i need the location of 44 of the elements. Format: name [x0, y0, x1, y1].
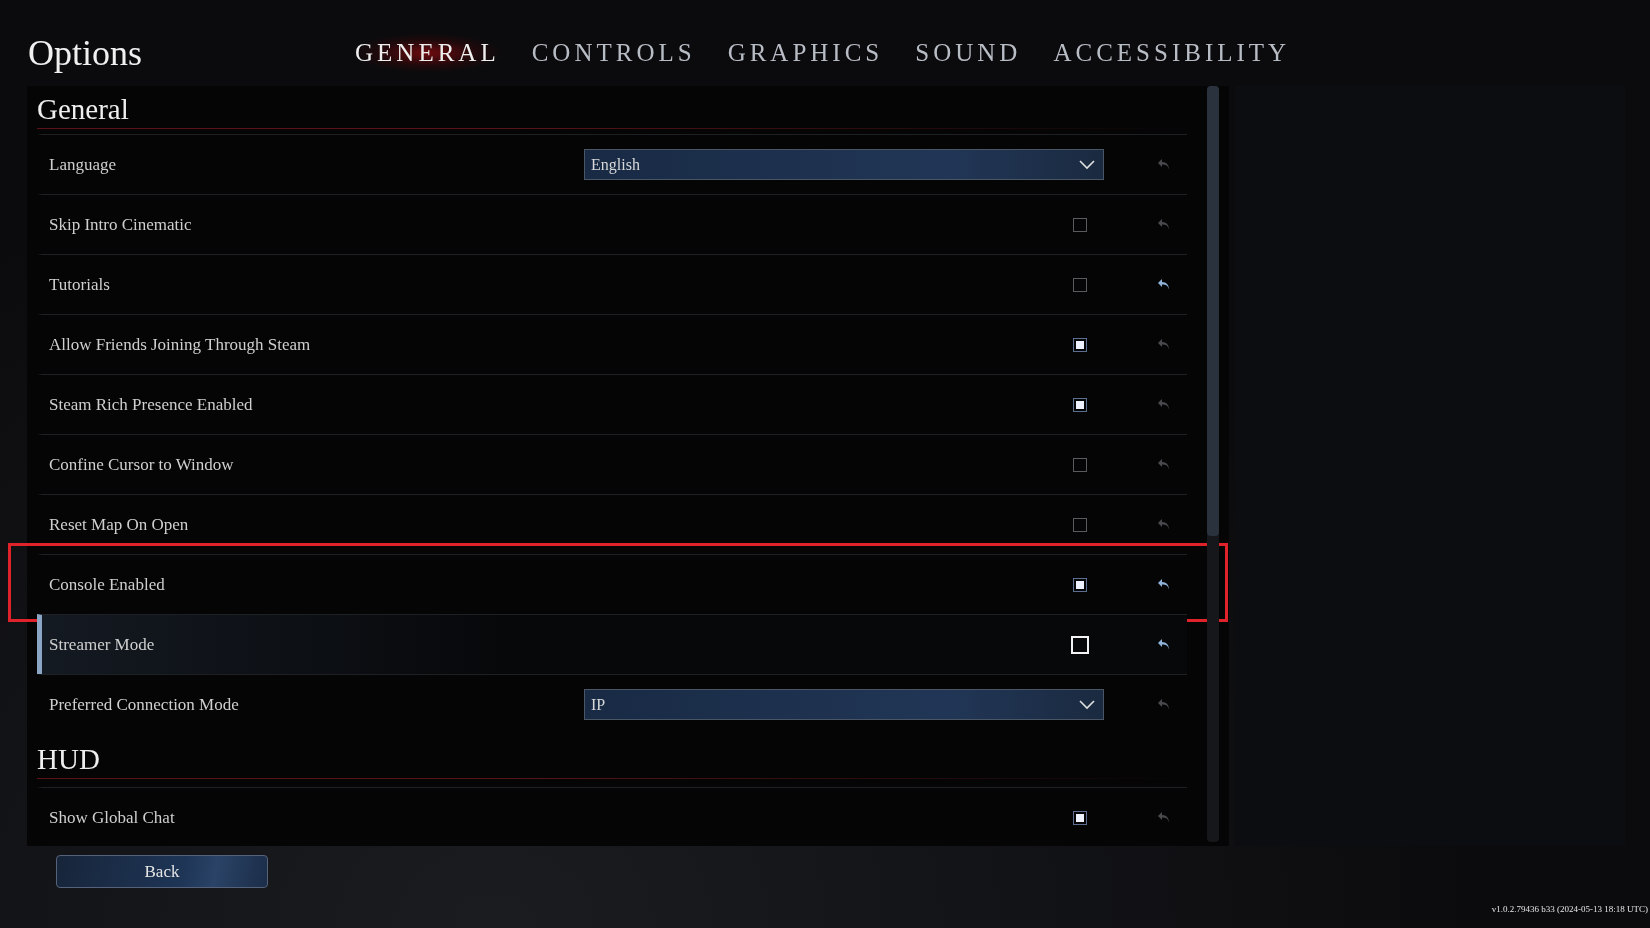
setting-label: Show Global Chat: [49, 807, 176, 828]
setting-label: Confine Cursor to Window: [49, 454, 235, 475]
dropdown[interactable]: English: [584, 149, 1104, 180]
checkbox[interactable]: [1073, 397, 1087, 412]
checkbox[interactable]: [1073, 577, 1087, 592]
setting-row[interactable]: Show Global Chat: [37, 787, 1187, 847]
page-title: Options: [28, 32, 143, 74]
setting-row[interactable]: Language English: [37, 134, 1187, 194]
checkbox[interactable]: [1073, 277, 1087, 292]
tab[interactable]: SOUND: [911, 33, 1026, 73]
tab[interactable]: CONTROLS: [527, 33, 700, 73]
undo-arrow-icon[interactable]: [1157, 278, 1171, 291]
setting-row[interactable]: Confine Cursor to Window: [37, 434, 1187, 494]
setting-label: Steam Rich Presence Enabled: [49, 394, 254, 415]
setting-label: Reset Map On Open: [49, 514, 190, 535]
checkbox[interactable]: [1073, 517, 1087, 532]
setting-label: Streamer Mode: [49, 634, 156, 655]
dropdown[interactable]: IP: [584, 689, 1104, 720]
version-text: v1.0.2.79436 b33 (2024-05-13 18:18 UTC): [1491, 904, 1648, 914]
checkbox[interactable]: [1073, 810, 1087, 825]
setting-label: Allow Friends Joining Through Steam: [49, 334, 312, 355]
setting-label: Console Enabled: [49, 574, 166, 595]
setting-row[interactable]: Tutorials: [37, 254, 1187, 314]
setting-row[interactable]: Reset Map On Open: [37, 494, 1187, 554]
tab[interactable]: ACCESSIBILITY: [1049, 33, 1295, 73]
setting-row[interactable]: Steam Rich Presence Enabled: [37, 374, 1187, 434]
setting-row[interactable]: Streamer Mode: [37, 614, 1187, 674]
undo-arrow-icon[interactable]: [1157, 638, 1171, 651]
setting-label: Skip Intro Cinematic: [49, 214, 193, 235]
back-button[interactable]: Back: [56, 855, 268, 888]
setting-row[interactable]: Allow Friends Joining Through Steam: [37, 314, 1187, 374]
tab[interactable]: GRAPHICS: [723, 33, 888, 73]
checkbox[interactable]: [1073, 337, 1087, 352]
checkbox[interactable]: [1073, 457, 1087, 472]
setting-label: Preferred Connection Mode: [49, 694, 240, 715]
chevron-icon: [1079, 159, 1095, 170]
setting-row[interactable]: Skip Intro Cinematic: [37, 194, 1187, 254]
scrollbar[interactable]: [1207, 86, 1219, 842]
setting-label: Language: [49, 154, 118, 175]
setting-row[interactable]: Preferred Connection Mode IP: [37, 674, 1187, 734]
chevron-icon: [1079, 699, 1095, 710]
checkbox[interactable]: [1073, 217, 1087, 232]
setting-label: Tutorials: [49, 274, 111, 295]
undo-arrow-icon[interactable]: [1157, 578, 1171, 591]
